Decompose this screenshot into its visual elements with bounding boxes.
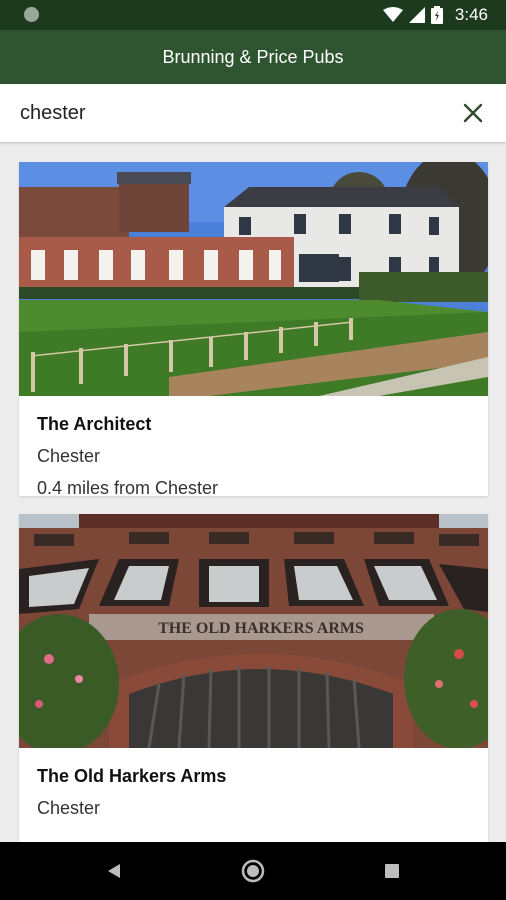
result-card[interactable]: THE OLD HARKERS ARMS The Old Harkers Arm… bbox=[19, 514, 488, 848]
card-body: The Architect Chester 0.4 miles from Che… bbox=[19, 396, 488, 498]
pub-sign: THE OLD HARKERS ARMS bbox=[158, 620, 364, 637]
back-icon bbox=[108, 864, 120, 878]
recents-button[interactable] bbox=[362, 842, 422, 900]
pub-distance: 0.4 miles from Chester bbox=[37, 478, 219, 498]
recents-icon bbox=[385, 864, 399, 878]
pub-name: The Old Harkers Arms bbox=[37, 766, 227, 786]
pub-photo bbox=[19, 162, 488, 396]
pub-photo: THE OLD HARKERS ARMS bbox=[19, 514, 488, 748]
pub-location: Chester bbox=[37, 446, 101, 466]
battery-icon bbox=[430, 6, 443, 24]
back-button[interactable] bbox=[84, 842, 144, 900]
home-icon bbox=[241, 859, 265, 883]
home-button[interactable] bbox=[223, 842, 283, 900]
search-input[interactable] bbox=[20, 98, 440, 128]
notification-icon bbox=[24, 7, 39, 22]
result-card[interactable]: The Architect Chester 0.4 miles from Che… bbox=[19, 162, 488, 498]
status-time: 3:46 bbox=[454, 5, 488, 24]
search-bar bbox=[0, 84, 506, 142]
wifi-icon bbox=[382, 7, 403, 22]
pub-location: Chester bbox=[37, 798, 101, 818]
results-list: The Architect Chester 0.4 miles from Che… bbox=[19, 162, 488, 866]
status-bar: 3:46 bbox=[0, 0, 506, 30]
pub-name: The Architect bbox=[37, 414, 152, 434]
signal-icon bbox=[408, 7, 425, 23]
close-icon[interactable] bbox=[458, 98, 488, 128]
card-body: The Old Harkers Arms Chester bbox=[19, 748, 488, 848]
app-title: Brunning & Price Pubs bbox=[162, 46, 344, 67]
status-icons: 3:46 bbox=[382, 0, 488, 30]
app-bar: Brunning & Price Pubs bbox=[0, 30, 506, 84]
navigation-bar bbox=[0, 842, 506, 900]
